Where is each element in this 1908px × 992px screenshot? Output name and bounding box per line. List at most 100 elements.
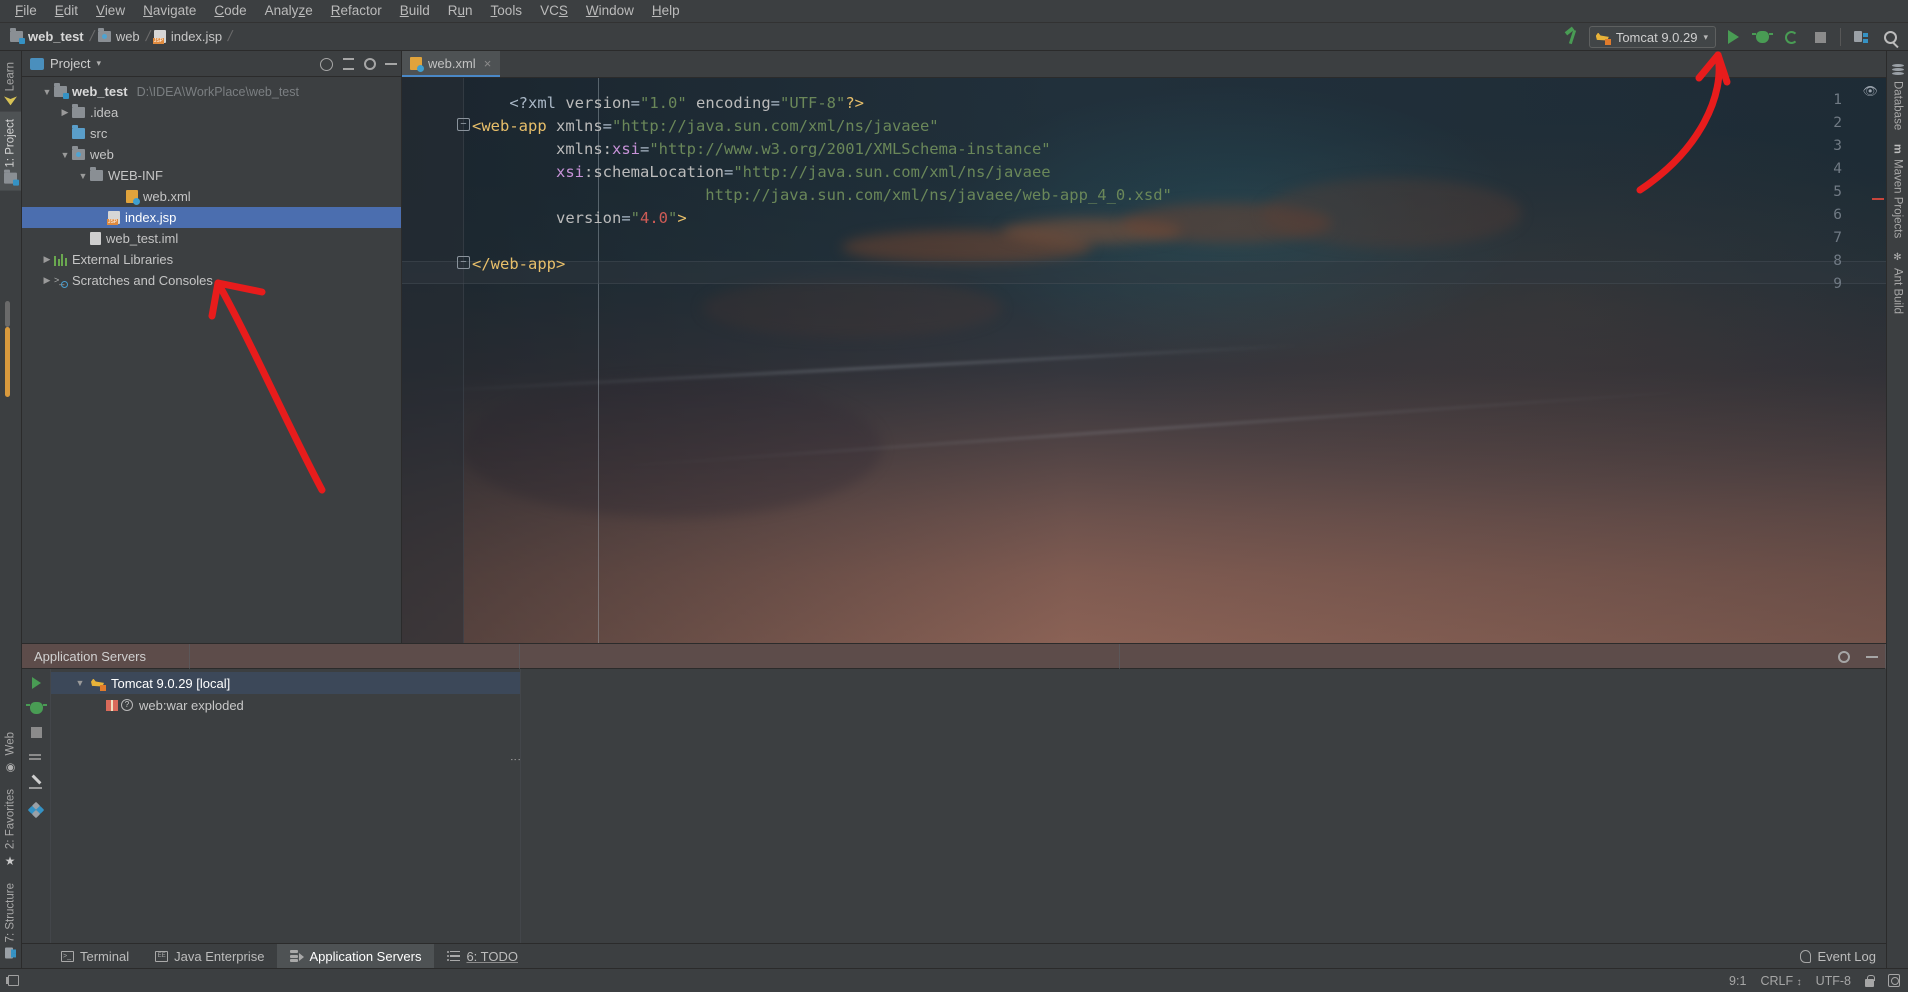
expand-arrow-icon[interactable]: ▶ bbox=[40, 254, 54, 265]
expand-arrow-icon[interactable]: ▼ bbox=[73, 678, 87, 688]
collapse-all-icon[interactable] bbox=[342, 58, 355, 70]
code-line: <?xml version="1.0" encoding="UTF-8"?> bbox=[509, 94, 865, 112]
tree-row-web-inf[interactable]: ▼ WEB-INF bbox=[22, 165, 401, 186]
source-folder-icon bbox=[72, 125, 85, 139]
run-play-icon[interactable] bbox=[1721, 25, 1745, 49]
search-icon[interactable] bbox=[1878, 25, 1902, 49]
gear-icon[interactable] bbox=[1838, 650, 1850, 663]
line-separator[interactable]: CRLF ↕ bbox=[1760, 974, 1801, 988]
menu-item-refactor[interactable]: Refactor bbox=[322, 1, 391, 21]
run-output-area[interactable]: ⋮ bbox=[509, 669, 1886, 943]
error-stripe-marker[interactable] bbox=[1872, 198, 1884, 200]
tab-todo[interactable]: 6: TODO bbox=[434, 944, 531, 969]
code-line: </web-app> bbox=[472, 255, 566, 273]
menu-item-window[interactable]: Window bbox=[577, 1, 643, 21]
tree-row-web[interactable]: ▼ web bbox=[22, 144, 401, 165]
tab-application-servers[interactable]: Application Servers bbox=[277, 943, 435, 969]
menu-item-help[interactable]: Help bbox=[643, 1, 689, 21]
menu-item-code[interactable]: Code bbox=[205, 1, 255, 21]
menu-item-file[interactable]: File bbox=[6, 1, 46, 21]
tab-terminal[interactable]: >_ Terminal bbox=[48, 944, 142, 969]
menu-item-tools[interactable]: Tools bbox=[482, 1, 532, 21]
pencil-icon[interactable] bbox=[29, 776, 43, 790]
tab-java-enterprise[interactable]: EE Java Enterprise bbox=[142, 944, 277, 969]
minus-icon[interactable] bbox=[1866, 655, 1878, 658]
hide-toolwindows-icon[interactable] bbox=[6, 975, 19, 986]
expand-arrow-icon[interactable]: ▼ bbox=[58, 150, 72, 160]
tree-row-idea[interactable]: ▶ .idea bbox=[22, 102, 401, 123]
tree-row-scratches[interactable]: ▶ >_ Scratches and Consoles bbox=[22, 270, 401, 291]
star-icon: ★ bbox=[3, 854, 18, 869]
sidebar-item-favorites[interactable]: ★ 2: Favorites bbox=[0, 782, 21, 875]
sidebar-item-label: 2: Favorites bbox=[4, 789, 17, 850]
tree-row-src[interactable]: src bbox=[22, 123, 401, 144]
rerun-icon[interactable] bbox=[1779, 25, 1803, 49]
tomcat-cat-icon bbox=[91, 678, 106, 691]
server-row-artifact[interactable]: ? web:war exploded bbox=[51, 694, 520, 716]
debug-bug-icon[interactable] bbox=[1750, 25, 1774, 49]
editor-tab-web-xml[interactable]: web.xml × bbox=[402, 51, 501, 77]
menu-item-navigate[interactable]: Navigate bbox=[134, 1, 205, 21]
read-only-lock-icon[interactable] bbox=[1865, 974, 1875, 987]
code-editor[interactable]: 1 <?xml version="1.0" encoding="UTF-8"?>… bbox=[402, 78, 1886, 643]
menu-item-vcs[interactable]: VCS bbox=[531, 1, 577, 21]
sidebar-item-ant[interactable]: ✻ Ant Build bbox=[1889, 245, 1907, 321]
build-hammer-icon[interactable] bbox=[1560, 25, 1584, 49]
inspections-eye-icon[interactable]: 👁 bbox=[1863, 84, 1878, 98]
event-log-button[interactable]: Event Log bbox=[1800, 949, 1876, 964]
expand-arrow-icon[interactable]: ▶ bbox=[58, 107, 72, 118]
event-log-label: Event Log bbox=[1817, 948, 1876, 964]
sidebar-item-structure[interactable]: 7: Structure bbox=[0, 876, 21, 964]
stop-square-icon[interactable] bbox=[1808, 25, 1832, 49]
tab-label: Application Servers bbox=[309, 948, 422, 964]
expand-arrow-icon[interactable]: ▼ bbox=[40, 87, 54, 97]
tree-row-web-xml[interactable]: web.xml bbox=[22, 186, 401, 207]
status-bar: 9:1 CRLF ↕ UTF-8 bbox=[0, 968, 1908, 992]
run-configuration-selector[interactable]: Tomcat 9.0.29 ▾ bbox=[1588, 26, 1716, 48]
tree-row-label: External Libraries bbox=[72, 252, 174, 267]
crosshair-icon[interactable] bbox=[320, 57, 333, 71]
project-panel-header: Project ▾ bbox=[22, 51, 401, 77]
tree-row-label: web.xml bbox=[143, 189, 191, 204]
menu-item-view[interactable]: View bbox=[87, 1, 134, 21]
debug-bug-icon[interactable] bbox=[25, 702, 47, 714]
file-encoding[interactable]: UTF-8 bbox=[1816, 974, 1851, 988]
tree-row-iml[interactable]: web_test.iml bbox=[22, 228, 401, 249]
caret-position[interactable]: 9:1 bbox=[1729, 974, 1746, 988]
tree-row-label: src bbox=[90, 126, 108, 141]
sidebar-item-project[interactable]: 1: Project bbox=[0, 112, 21, 191]
server-row-tomcat[interactable]: ▼ Tomcat 9.0.29 [local] bbox=[51, 672, 520, 694]
web-globe-icon: ◉ bbox=[4, 760, 16, 774]
menu-item-edit[interactable]: Edit bbox=[46, 1, 87, 21]
vcs-branch-icon[interactable] bbox=[1888, 974, 1900, 987]
breadcrumb-item-web[interactable]: web bbox=[96, 27, 144, 46]
project-folder-icon bbox=[4, 173, 19, 186]
menu-item-analyze[interactable]: Analyze bbox=[256, 1, 322, 21]
tree-row-index-jsp[interactable]: index.jsp bbox=[22, 207, 401, 228]
close-icon[interactable]: × bbox=[484, 56, 492, 71]
left-tool-stripe: Learn 1: Project ◉ Web ★ 2: Favorites 7:… bbox=[0, 51, 22, 968]
project-structure-icon[interactable] bbox=[1849, 25, 1873, 49]
sidebar-item-maven[interactable]: m Maven Projects bbox=[1889, 137, 1907, 245]
gear-icon[interactable] bbox=[364, 58, 376, 70]
sidebar-item-database[interactable]: Database bbox=[1889, 57, 1907, 137]
deploy-arrows-icon[interactable] bbox=[29, 751, 43, 763]
breadcrumb-item-index-jsp[interactable]: index.jsp bbox=[152, 27, 226, 46]
tree-row-external-libraries[interactable]: ▶ External Libraries bbox=[22, 249, 401, 270]
menu-item-build[interactable]: Build bbox=[391, 1, 439, 21]
sidebar-item-web[interactable]: ◉ Web bbox=[0, 725, 21, 780]
breadcrumb-item-project[interactable]: web_test bbox=[8, 27, 88, 46]
tree-row-web-test[interactable]: ▼ web_test D:\IDEA\WorkPlace\web_test bbox=[22, 81, 401, 102]
project-panel-title[interactable]: Project ▾ bbox=[30, 56, 101, 71]
menu-item-run[interactable]: Run bbox=[439, 1, 482, 21]
stop-square-icon[interactable] bbox=[30, 727, 42, 738]
run-play-icon[interactable] bbox=[31, 677, 41, 689]
menu-bar: File Edit View Navigate Code Analyze Ref… bbox=[0, 0, 1908, 23]
sidebar-item-learn[interactable]: Learn bbox=[0, 55, 21, 112]
minus-icon[interactable] bbox=[385, 63, 397, 65]
diamond-icon[interactable] bbox=[27, 801, 45, 819]
breadcrumb-separator: / bbox=[226, 28, 235, 45]
expand-arrow-icon[interactable]: ▼ bbox=[76, 171, 90, 181]
expand-arrow-icon[interactable]: ▶ bbox=[40, 275, 54, 286]
